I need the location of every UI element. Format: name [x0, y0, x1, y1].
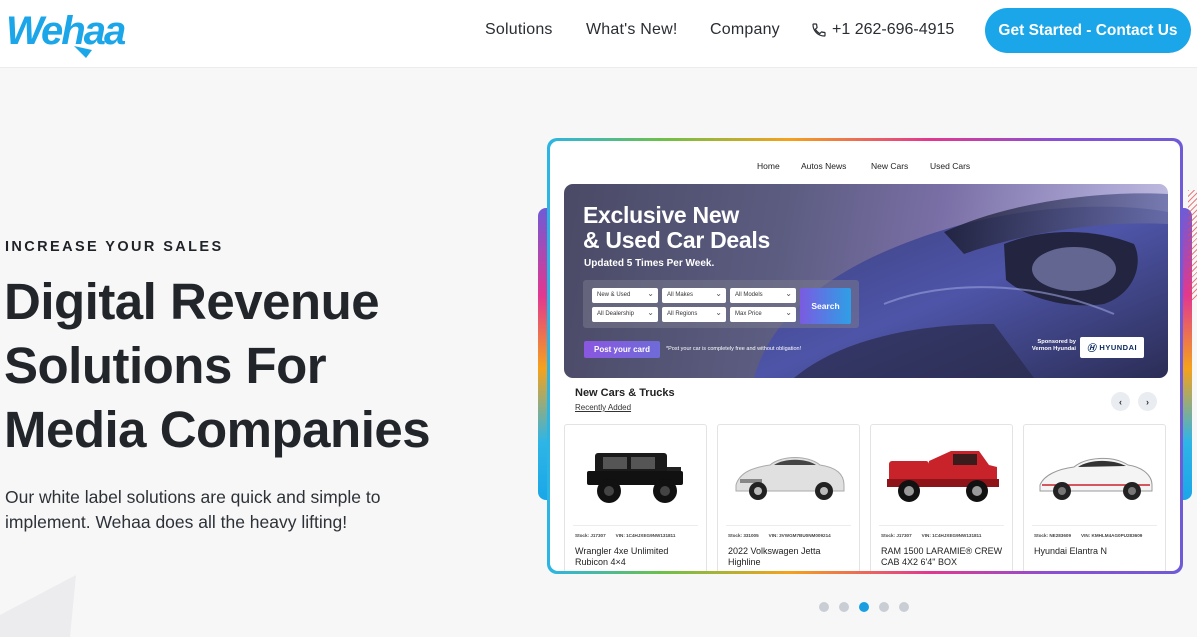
hero-title-line: Solutions For [4, 337, 327, 394]
banner-heading: Exclusive New & Used Car Deals [583, 203, 770, 253]
car-name: Hyundai Elantra N [1034, 546, 1108, 556]
post-note: *Post your car is completely free and wi… [666, 346, 802, 352]
nav-solutions[interactable]: Solutions [485, 21, 553, 39]
region-select[interactable]: All Regions [662, 307, 726, 322]
banner-subheading: Updated 5 Times Per Week. [584, 258, 715, 269]
card-meta: Stock: J17307 VIN: 1C4HJXEG9NW131811 [881, 533, 991, 538]
banner-heading-line: Exclusive New [583, 202, 739, 228]
phone-link[interactable]: +1 262-696-4915 [811, 21, 954, 39]
make-select[interactable]: All Makes [662, 288, 726, 303]
section-subtitle[interactable]: Recently Added [575, 403, 631, 412]
carousel-dot[interactable] [879, 602, 889, 612]
carousel-dot[interactable] [819, 602, 829, 612]
carousel-dot[interactable] [859, 602, 869, 612]
vin-number: VIN: 1C4HJXEG9NW131811 [615, 533, 676, 538]
chevron-left-icon[interactable]: ‹ [1111, 392, 1130, 411]
model-select[interactable]: All Models [730, 288, 796, 303]
card-meta: Stock: NE283609 VIN: KMHLM4AG0PU283609 [1034, 533, 1152, 538]
banner-heading-line: & Used Car Deals [583, 227, 770, 253]
phone-icon [812, 23, 826, 37]
stock-number: Stock: NE283609 [1034, 533, 1072, 538]
site-header: Wehaa Solutions What's New! Company +1 2… [0, 0, 1197, 68]
car-name: Wrangler 4xe Unlimited Rubicon 4×4 [575, 546, 669, 567]
decorative-triangle [0, 575, 76, 637]
nav-whats-new[interactable]: What's New! [586, 21, 678, 39]
mockup-nav-autos-news[interactable]: Autos News [801, 161, 846, 171]
condition-select[interactable]: New & Used [592, 288, 658, 303]
stock-number: Stock: 331005 [728, 533, 759, 538]
carousel-dot[interactable] [899, 602, 909, 612]
section-title: New Cars & Trucks [575, 387, 675, 399]
vin-number: VIN: 1C4HJXEG9NW131811 [921, 533, 982, 538]
product-mockup: Home Autos News New Cars Used Cars Exclu… [547, 138, 1183, 574]
sponsor-text: Sponsored by Vernon Hyundai [1031, 339, 1076, 352]
chevron-right-icon[interactable]: › [1138, 392, 1157, 411]
car-name: RAM 1500 LARAMIE® CREW CAB 4X2 6'4" BOX [881, 546, 1003, 567]
car-name: 2022 Volkswagen Jetta Highline [728, 546, 821, 567]
mockup-screen: Home Autos News New Cars Used Cars Exclu… [550, 141, 1180, 571]
vin-number: VIN: 3VWGM7BU0NM009214 [768, 533, 831, 538]
search-button[interactable]: Search [800, 288, 851, 324]
nav-company[interactable]: Company [710, 21, 780, 39]
carousel-dots [819, 602, 919, 612]
card-meta: Stock: 331005 VIN: 3VWGM7BU0NM009214 [728, 533, 841, 538]
vin-number: VIN: KMHLM4AG0PU283609 [1081, 533, 1143, 538]
dealership-select[interactable]: All Dealership [592, 307, 658, 322]
stock-number: Stock: J17307 [575, 533, 606, 538]
hyundai-elantra-image [1039, 458, 1153, 500]
phone-number: +1 262-696-4915 [832, 21, 955, 38]
hero-title: Digital Revenue Solutions For Media Comp… [4, 270, 524, 462]
car-card[interactable]: Stock: 331005 VIN: 3VWGM7BU0NM009214 2022… [717, 424, 860, 571]
carousel-dot[interactable] [839, 602, 849, 612]
card-meta: Stock: J17307 VIN: 1C4HJXEG9NW131811 [575, 533, 685, 538]
mockup-nav: Home Autos News New Cars Used Cars [550, 161, 1180, 175]
hyundai-logo-text: HYUNDAI [1099, 343, 1138, 352]
volkswagen-jetta-image [735, 457, 845, 500]
decorative-hatch [1188, 190, 1197, 300]
mockup-nav-home[interactable]: Home [757, 161, 780, 171]
hyundai-emblem-icon: Ⓗ [1086, 343, 1097, 353]
hyundai-logo: Ⓗ HYUNDAI [1080, 337, 1144, 358]
max-price-select[interactable]: Max Price [730, 307, 796, 322]
hero-title-line: Digital Revenue [4, 273, 380, 330]
wehaa-logo[interactable]: Wehaa [4, 6, 170, 58]
stock-number: Stock: J17307 [881, 533, 912, 538]
hero-subtitle: Our white label solutions are quick and … [5, 487, 381, 532]
ram-1500-image [887, 451, 999, 502]
get-started-button[interactable]: Get Started - Contact Us [985, 8, 1191, 53]
car-card[interactable]: Stock: NE283609 VIN: KMHLM4AG0PU283609 Hy… [1023, 424, 1166, 571]
mockup-banner: Exclusive New & Used Car Deals Updated 5… [564, 184, 1168, 378]
car-card[interactable]: Stock: J17307 VIN: 1C4HJXEG9NW131811 RAM … [870, 424, 1013, 571]
post-your-card-button[interactable]: Post your card [584, 341, 660, 358]
mockup-nav-used-cars[interactable]: Used Cars [930, 161, 970, 171]
mockup-nav-new-cars[interactable]: New Cars [871, 161, 908, 171]
jeep-wrangler-image [587, 453, 683, 503]
logo-text: Wehaa [6, 9, 126, 53]
hero-eyebrow: INCREASE YOUR SALES [5, 239, 224, 255]
hero-title-line: Media Companies [4, 401, 431, 458]
car-card[interactable]: Stock: J17307 VIN: 1C4HJXEG9NW131811 Wran… [564, 424, 707, 571]
